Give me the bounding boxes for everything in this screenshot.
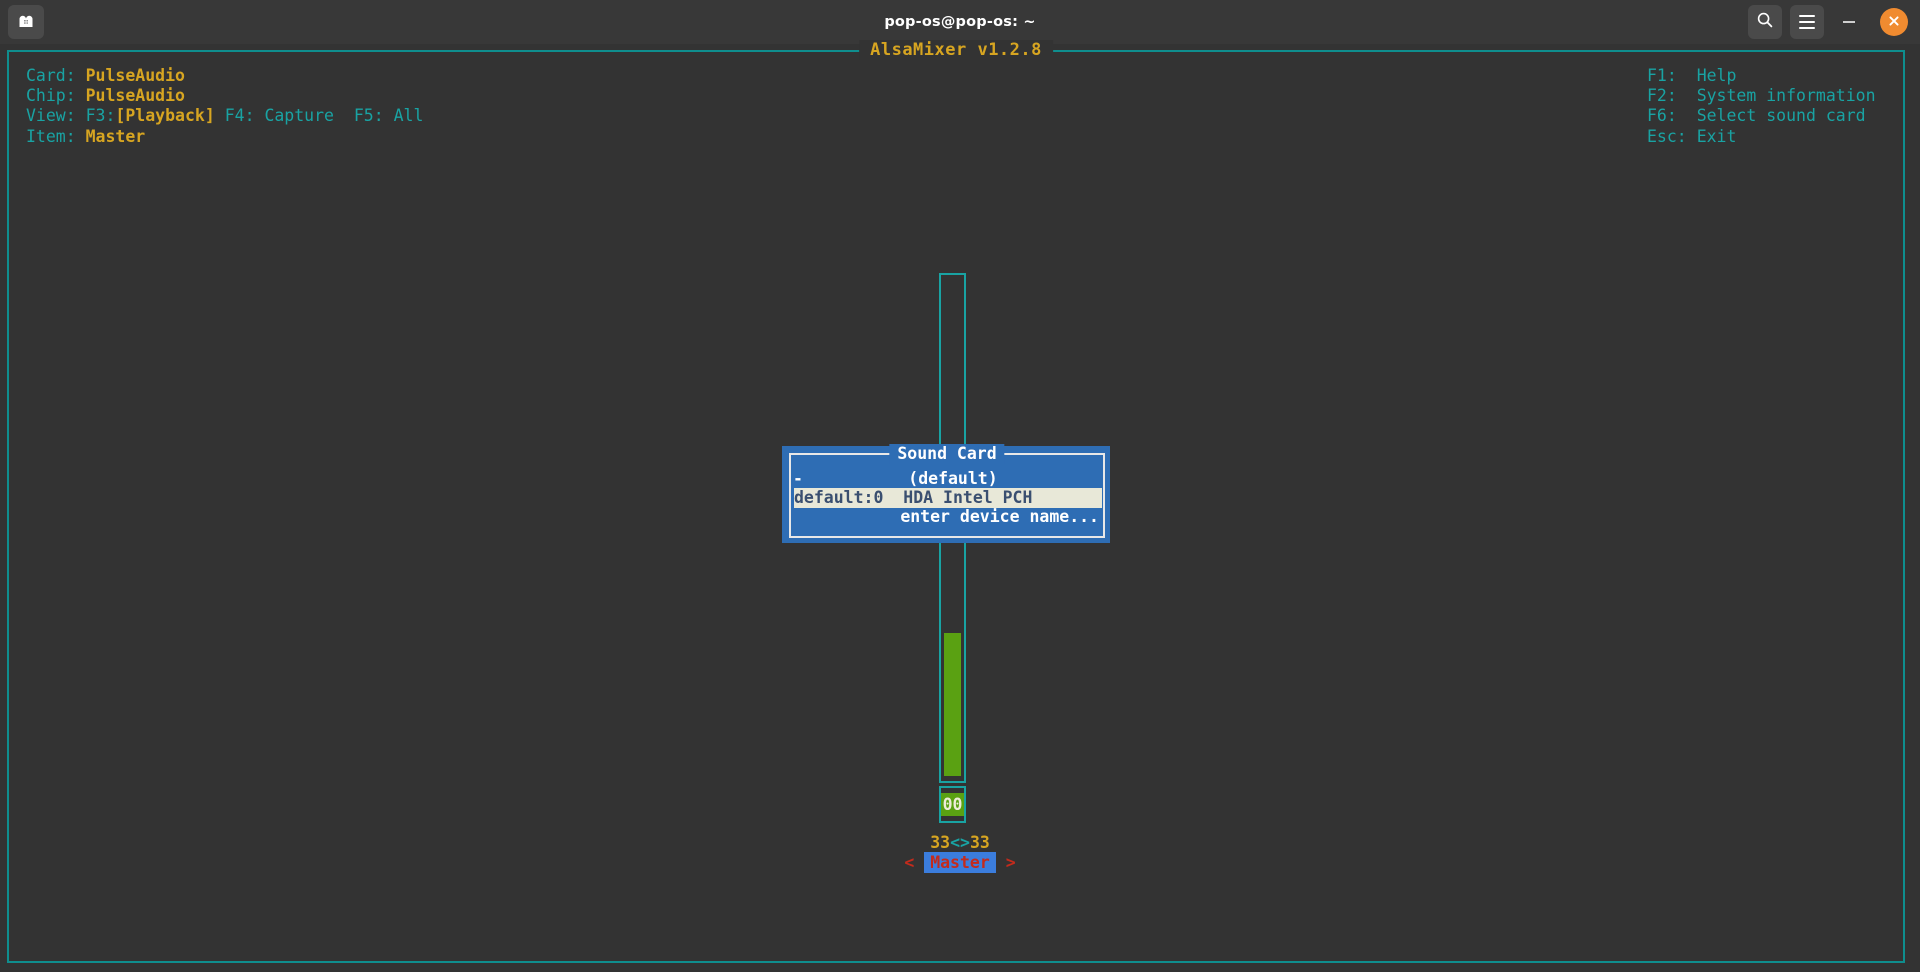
sound-card-dialog-title: Sound Card: [889, 444, 1005, 464]
view-f4-capture[interactable]: F4: Capture: [225, 106, 334, 125]
item-label: Item:: [26, 126, 76, 146]
help-f6-desc[interactable]: Select sound card: [1697, 106, 1866, 125]
header-left-column: Card: PulseAudio Chip: PulseAudio View: …: [26, 66, 423, 147]
chip-label: Chip:: [26, 86, 76, 106]
close-icon: [1887, 13, 1901, 32]
header-right-column: F1: Help F2: System information F6: Sele…: [1647, 66, 1876, 147]
sound-card-option-default[interactable]: - (default): [793, 469, 1103, 489]
sound-card-dialog-inner: Sound Card - (default) default:0 HDA Inte…: [789, 444, 1105, 538]
chip-value: PulseAudio: [85, 86, 185, 106]
window-titlebar: pop-os@pop-os: ~: [0, 0, 1920, 44]
view-f3-key[interactable]: F3:: [86, 106, 116, 125]
search-icon: [1756, 11, 1774, 33]
help-esc-key: Esc:: [1647, 126, 1687, 146]
minimize-icon: [1843, 21, 1855, 23]
help-f6-key: F6:: [1647, 106, 1677, 126]
hamburger-menu-icon: [1799, 13, 1815, 31]
search-button[interactable]: [1748, 5, 1782, 39]
sound-card-option-enter-device-name[interactable]: enter device name...: [793, 507, 1103, 527]
menu-button[interactable]: [1790, 5, 1824, 39]
card-value: PulseAudio: [85, 66, 185, 85]
sound-card-dialog[interactable]: Sound Card - (default) default:0 HDA Inte…: [782, 444, 1110, 543]
sound-card-option-name: HDA Intel PCH: [903, 488, 1033, 507]
view-f5-all[interactable]: F5: All: [354, 106, 424, 125]
help-f2-desc[interactable]: System information: [1697, 86, 1876, 105]
sound-card-option-name: (default): [908, 469, 998, 488]
item-value: Master: [85, 126, 146, 146]
alsamixer-title: AlsaMixer v1.2.8: [859, 40, 1053, 60]
sound-card-option-hda-intel-pch[interactable]: default:0 HDA Intel PCH: [794, 488, 1102, 508]
minimize-button[interactable]: [1832, 5, 1866, 39]
window-title: pop-os@pop-os: ~: [884, 14, 1036, 30]
help-f2-key: F2:: [1647, 86, 1677, 106]
terminal-content-area[interactable]: AlsaMixer v1.2.8 Card: PulseAudio Chip: …: [0, 40, 1920, 972]
sound-card-option-id: default:0: [794, 488, 884, 507]
sound-card-option-name: enter device name...: [900, 507, 1099, 526]
view-label: View:: [26, 106, 76, 126]
card-label: Card:: [26, 66, 76, 85]
help-esc-desc[interactable]: Exit: [1697, 127, 1737, 146]
view-f3-value[interactable]: [Playback]: [115, 106, 214, 125]
help-f1-key: F1:: [1647, 66, 1677, 85]
window-controls: [1748, 5, 1910, 39]
sound-card-option-id: -: [793, 469, 803, 488]
close-button[interactable]: [1880, 8, 1908, 36]
help-f1-desc[interactable]: Help: [1697, 66, 1737, 85]
